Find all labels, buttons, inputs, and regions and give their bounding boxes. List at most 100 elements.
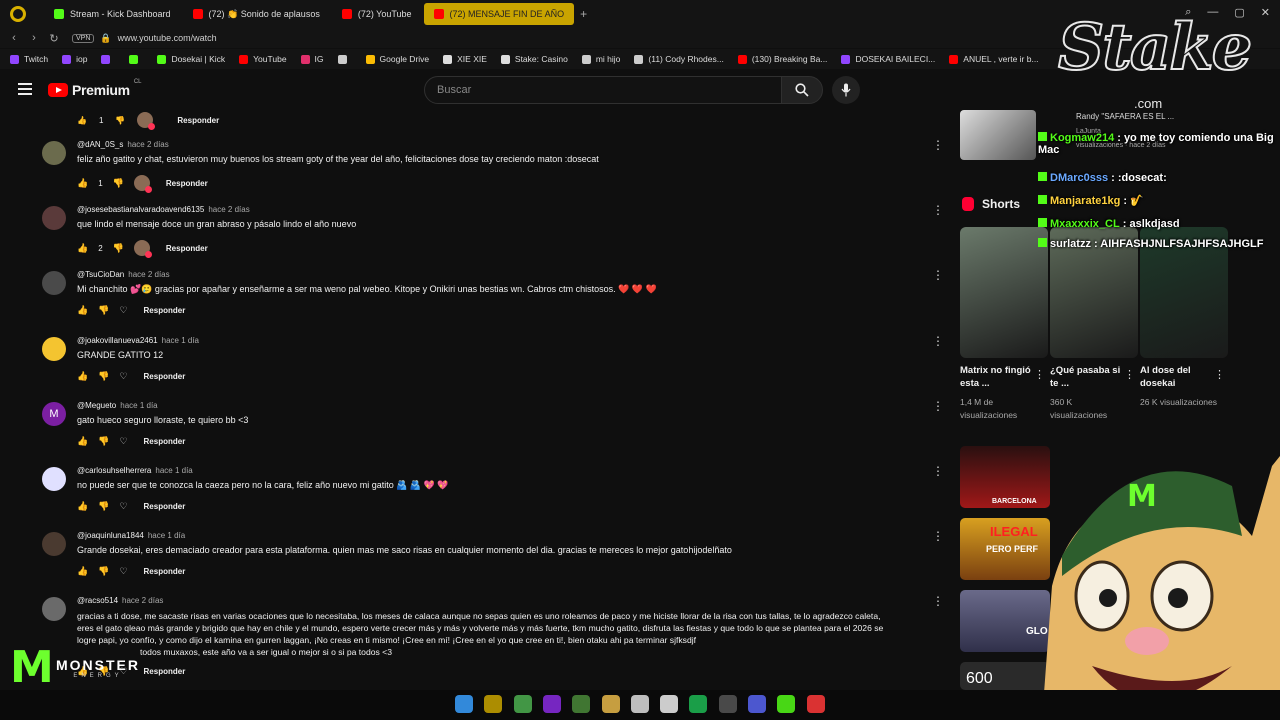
short-options-icon[interactable]: ⋮	[1034, 368, 1045, 381]
commenter-handle[interactable]: @joakovillanueva2461	[77, 336, 158, 345]
reply-button[interactable]: Responder	[166, 244, 208, 253]
comment-timestamp[interactable]: hace 1 día	[162, 336, 199, 345]
capcut-icon[interactable]	[660, 695, 679, 713]
windows-start-icon[interactable]	[455, 695, 473, 713]
like-icon[interactable]: 👍	[77, 371, 88, 382]
commenter-handle[interactable]: @josesebastianalvaradoavend6135	[77, 205, 204, 214]
commenter-handle[interactable]: @TsuCioDan	[77, 270, 124, 279]
discord-icon[interactable]	[748, 695, 766, 713]
reply-button[interactable]: Responder	[144, 306, 186, 315]
bookmark-item[interactable]: Dosekai | Kick	[157, 54, 225, 64]
vegas-icon[interactable]	[542, 695, 561, 713]
bookmark-item[interactable]: DOSEKAI BAILECI...	[841, 54, 935, 64]
dislike-icon[interactable]: 👎	[98, 371, 109, 382]
related-video-thumbnail[interactable]	[960, 110, 1036, 160]
commenter-handle[interactable]: @joaquinluna1844	[77, 531, 144, 540]
commenter-avatar[interactable]	[42, 271, 66, 295]
related-video-title[interactable]: Randy "SAFAERA ES EL ...	[1076, 112, 1174, 121]
steam-icon[interactable]	[718, 695, 737, 713]
dislike-icon[interactable]: 👎	[98, 305, 109, 316]
chrome-icon[interactable]	[513, 695, 532, 713]
comment-options-icon[interactable]: ⋮	[932, 399, 944, 413]
bookmark-item[interactable]: (130) Breaking Ba...	[737, 54, 827, 64]
short-options-icon[interactable]: ⋮	[1214, 368, 1225, 381]
bookmark-item[interactable]: Twitch	[10, 54, 48, 64]
bookmark-item[interactable]: Google Drive	[365, 54, 429, 64]
like-icon[interactable]: 👍	[77, 243, 88, 254]
hamburger-menu-icon[interactable]	[18, 83, 32, 95]
dislike-icon[interactable]: 👎	[98, 566, 109, 577]
commenter-handle[interactable]: @racso514	[77, 596, 118, 605]
commenter-avatar[interactable]	[42, 532, 66, 556]
comment-timestamp[interactable]: hace 2 días	[122, 596, 163, 605]
dislike-icon[interactable]: 👎	[98, 436, 109, 447]
like-icon[interactable]: 👍	[77, 566, 88, 577]
comment-options-icon[interactable]: ⋮	[932, 529, 944, 543]
file-explorer-icon[interactable]	[601, 695, 620, 713]
reply-button[interactable]: Responder	[144, 667, 186, 676]
comment-timestamp[interactable]: hace 2 días	[128, 270, 169, 279]
browser-tab[interactable]: Stream - Kick Dashboard	[44, 3, 181, 25]
commenter-avatar[interactable]	[42, 597, 66, 621]
dislike-icon[interactable]: 👎	[113, 243, 124, 254]
reply-button[interactable]: Responder	[166, 179, 208, 188]
commenter-avatar[interactable]: M	[42, 402, 66, 426]
voice-search-button[interactable]	[832, 76, 860, 104]
commenter-avatar[interactable]	[42, 141, 66, 165]
short-thumbnail[interactable]	[960, 227, 1048, 358]
short-title[interactable]: Matrix no fingió esta ...	[960, 364, 1034, 390]
like-icon[interactable]: 👍	[77, 501, 88, 512]
comment-timestamp[interactable]: hace 2 días	[208, 205, 249, 214]
notepad-icon[interactable]	[572, 695, 591, 713]
youtube-premium-logo[interactable]: Premium CL	[48, 79, 141, 98]
new-tab-button[interactable]: +	[574, 7, 593, 21]
commenter-handle[interactable]: @Megueto	[77, 401, 116, 410]
lock-icon[interactable]: 🔒	[100, 33, 111, 44]
comment-options-icon[interactable]: ⋮	[932, 594, 944, 608]
commenter-handle[interactable]: @carlosuhselherrera	[77, 466, 151, 475]
like-icon[interactable]: 👍	[77, 305, 88, 316]
bookmark-item[interactable]: iop	[62, 54, 87, 64]
extra-app-icon[interactable]	[806, 695, 825, 713]
spotify-icon[interactable]	[689, 695, 708, 713]
comment-options-icon[interactable]: ⋮	[932, 268, 944, 282]
heart-icon[interactable]: ♡	[119, 436, 127, 447]
obs-icon[interactable]	[630, 695, 649, 713]
reply-button[interactable]: Responder	[144, 502, 186, 511]
reply-button[interactable]: Responder	[144, 437, 186, 446]
commenter-avatar[interactable]	[42, 467, 66, 491]
browser-tab[interactable]: (72) MENSAJE FIN DE AÑO	[423, 3, 575, 25]
like-icon[interactable]: 👍	[77, 116, 87, 125]
short-title[interactable]: ¿Qué pasaba si te ...	[1050, 364, 1124, 390]
bookmark-item[interactable]: YouTube	[239, 54, 287, 64]
kick-app-icon[interactable]	[777, 695, 796, 713]
dislike-icon[interactable]: 👎	[115, 116, 125, 125]
comment-options-icon[interactable]: ⋮	[932, 203, 944, 217]
url-field[interactable]: www.youtube.com/watch	[118, 33, 217, 43]
search-input[interactable]: Buscar	[424, 76, 782, 104]
short-title[interactable]: Al dose del dosekai	[1140, 364, 1214, 390]
bookmark-item[interactable]: IG	[300, 54, 324, 64]
dislike-icon[interactable]: 👎	[98, 501, 109, 512]
comment-options-icon[interactable]: ⋮	[932, 464, 944, 478]
short-options-icon[interactable]: ⋮	[1124, 368, 1135, 381]
comment-timestamp[interactable]: hace 1 día	[148, 531, 185, 540]
reply-button[interactable]: Responder	[144, 567, 186, 576]
like-icon[interactable]: 👍	[77, 436, 88, 447]
bookmark-item[interactable]: Stake: Casino	[500, 54, 568, 64]
search-button[interactable]	[781, 76, 823, 104]
bookmark-item[interactable]	[129, 54, 143, 64]
comment-timestamp[interactable]: hace 2 días	[127, 140, 168, 149]
forward-icon[interactable]: ›	[24, 32, 44, 44]
bookmark-item[interactable]: XIE XIE	[443, 54, 487, 64]
commenter-handle[interactable]: @dAN_0S_s	[77, 140, 123, 149]
bookmark-item[interactable]	[101, 54, 115, 64]
heart-icon[interactable]: ♡	[119, 305, 127, 316]
reply-button[interactable]: Responder	[177, 116, 219, 125]
opera-gx-menu-icon[interactable]	[0, 0, 36, 28]
bookmark-item[interactable]	[337, 54, 352, 64]
comment-options-icon[interactable]: ⋮	[932, 334, 944, 348]
commenter-avatar[interactable]	[42, 337, 66, 361]
comment-options-icon[interactable]: ⋮	[932, 138, 944, 152]
commenter-avatar[interactable]	[42, 206, 66, 230]
